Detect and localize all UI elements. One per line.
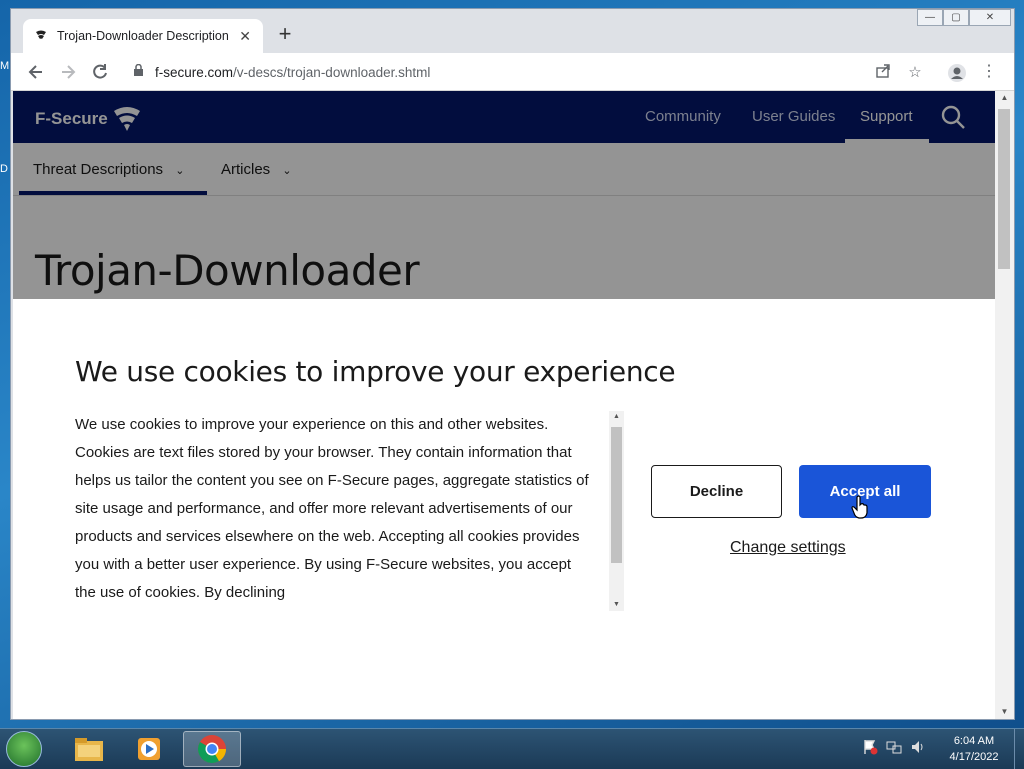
start-button[interactable] <box>6 731 42 767</box>
bookmark-star-icon[interactable]: ☆ <box>905 63 925 83</box>
chrome-icon <box>198 735 226 763</box>
tab-close-icon[interactable]: ✕ <box>239 28 251 45</box>
lock-icon <box>133 63 147 80</box>
back-arrow-icon <box>28 65 42 79</box>
reload-icon <box>93 64 107 79</box>
browser-window: Trojan-Downloader Description | ✕ + — ▢ … <box>10 8 1015 720</box>
show-desktop-button[interactable] <box>1014 729 1024 769</box>
window-controls: — ▢ ✕ <box>917 9 1011 27</box>
forward-arrow-icon <box>62 65 76 79</box>
page-scrollbar[interactable]: ▲ ▼ <box>995 91 1014 719</box>
network-icon[interactable] <box>886 739 902 755</box>
scroll-up-arrow-icon[interactable]: ▲ <box>609 411 624 423</box>
new-tab-button[interactable]: + <box>273 23 297 47</box>
cookie-consent-dialog: We use cookies to improve your experienc… <box>13 299 995 719</box>
menu-kebab-icon[interactable]: ⋮ <box>979 63 999 83</box>
browser-tab[interactable]: Trojan-Downloader Description | ✕ <box>23 19 263 53</box>
back-button[interactable] <box>25 62 47 84</box>
url-text: f-secure.com/v-descs/trojan-downloader.s… <box>155 65 430 80</box>
minimize-button[interactable]: — <box>917 9 943 26</box>
profile-avatar-icon[interactable] <box>947 63 967 83</box>
maximize-button[interactable]: ▢ <box>943 9 969 26</box>
cookie-text-scrollbar[interactable]: ▲ ▼ <box>609 411 624 611</box>
scroll-down-arrow-icon[interactable]: ▼ <box>609 599 624 611</box>
taskbar: 6:04 AM 4/17/2022 <box>0 728 1024 769</box>
desktop-icon-label[interactable]: M <box>0 60 9 72</box>
clock[interactable]: 6:04 AM 4/17/2022 <box>938 733 1010 765</box>
close-window-button[interactable]: ✕ <box>969 9 1011 26</box>
taskbar-media-player[interactable] <box>120 731 178 767</box>
url-path: /v-descs/trojan-downloader.shtml <box>233 64 431 80</box>
decline-button[interactable]: Decline <box>651 465 782 518</box>
browser-toolbar: f-secure.com/v-descs/trojan-downloader.s… <box>11 53 1014 91</box>
desktop-icon-label[interactable]: D <box>0 163 8 175</box>
tab-title: Trojan-Downloader Description | <box>57 29 234 43</box>
taskbar-chrome[interactable] <box>183 731 241 767</box>
forward-button[interactable] <box>57 62 79 84</box>
share-icon[interactable] <box>873 63 893 83</box>
action-center-flag-icon[interactable] <box>862 739 878 755</box>
page-scroll-thumb[interactable] <box>998 109 1010 269</box>
folder-icon <box>75 738 103 761</box>
scroll-up-arrow-icon[interactable]: ▲ <box>995 91 1014 105</box>
cookie-title: We use cookies to improve your experienc… <box>75 355 676 388</box>
scroll-down-arrow-icon[interactable]: ▼ <box>995 705 1014 719</box>
favicon-icon <box>35 30 47 42</box>
page-viewport: F-Secure Community User Guides Support T… <box>13 91 995 719</box>
url-host: f-secure.com <box>155 64 234 80</box>
address-bar[interactable]: f-secure.com/v-descs/trojan-downloader.s… <box>123 57 951 87</box>
volume-icon[interactable] <box>910 739 926 755</box>
reload-button[interactable] <box>89 62 111 84</box>
media-player-icon <box>138 738 160 760</box>
modal-overlay <box>13 91 995 299</box>
clock-date: 4/17/2022 <box>949 751 999 763</box>
change-settings-link[interactable]: Change settings <box>730 539 846 557</box>
hand-cursor-icon <box>851 495 868 519</box>
taskbar-explorer[interactable] <box>60 731 118 767</box>
title-bar: Trojan-Downloader Description | ✕ + — ▢ … <box>11 9 1014 53</box>
cookie-body-text: We use cookies to improve your experienc… <box>75 416 589 601</box>
system-tray <box>862 739 926 755</box>
clock-time: 6:04 AM <box>953 735 995 747</box>
scroll-thumb[interactable] <box>611 427 622 563</box>
